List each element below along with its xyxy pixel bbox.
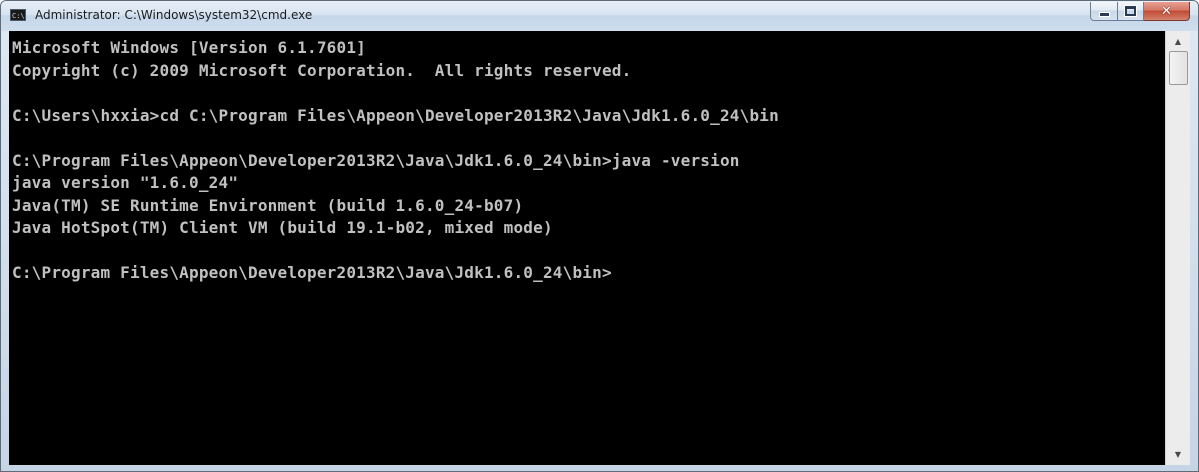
maximize-button[interactable] [1117, 2, 1144, 21]
console-output[interactable]: Microsoft Windows [Version 6.1.7601] Cop… [9, 31, 1165, 465]
console-line: Java HotSpot(TM) Client VM (build 19.1-b… [12, 218, 553, 237]
scroll-down-arrow-icon[interactable]: ▼ [1166, 446, 1190, 463]
close-button[interactable]: ✕ [1144, 2, 1190, 21]
title-bar[interactable]: C:\ Administrator: C:\Windows\system32\c… [1, 1, 1198, 31]
console-text: Microsoft Windows [Version 6.1.7601] Cop… [9, 31, 1165, 285]
app-icon-text: C:\ [12, 12, 25, 20]
console-line: java version "1.6.0_24" [12, 173, 239, 192]
console-prompt-line: C:\Program Files\Appeon\Developer2013R2\… [12, 263, 612, 282]
scroll-up-arrow-icon[interactable]: ▲ [1166, 33, 1190, 50]
cmd-app-icon[interactable]: C:\ [10, 9, 26, 21]
window-title: Administrator: C:\Windows\system32\cmd.e… [35, 8, 313, 22]
vertical-scrollbar[interactable]: ▲ ▼ [1165, 31, 1190, 465]
minimize-icon [1098, 11, 1110, 17]
console-line: Java(TM) SE Runtime Environment (build 1… [12, 195, 524, 215]
console-line: Microsoft Windows [Version 6.1.7601] [12, 38, 366, 57]
maximize-icon [1124, 5, 1137, 17]
cmd-window: C:\ Administrator: C:\Windows\system32\c… [0, 0, 1199, 472]
caption-buttons: ✕ [1090, 2, 1190, 22]
window-bottom-frame [1, 465, 1198, 471]
minimize-button[interactable] [1090, 2, 1117, 21]
scroll-thumb[interactable] [1169, 51, 1188, 85]
console-line: C:\Program Files\Appeon\Developer2013R2\… [12, 150, 740, 170]
console-line: C:\Users\hxxia>cd C:\Program Files\Appeo… [12, 105, 779, 125]
close-icon: ✕ [1161, 3, 1172, 19]
console-line: Copyright (c) 2009 Microsoft Corporation… [12, 60, 632, 80]
